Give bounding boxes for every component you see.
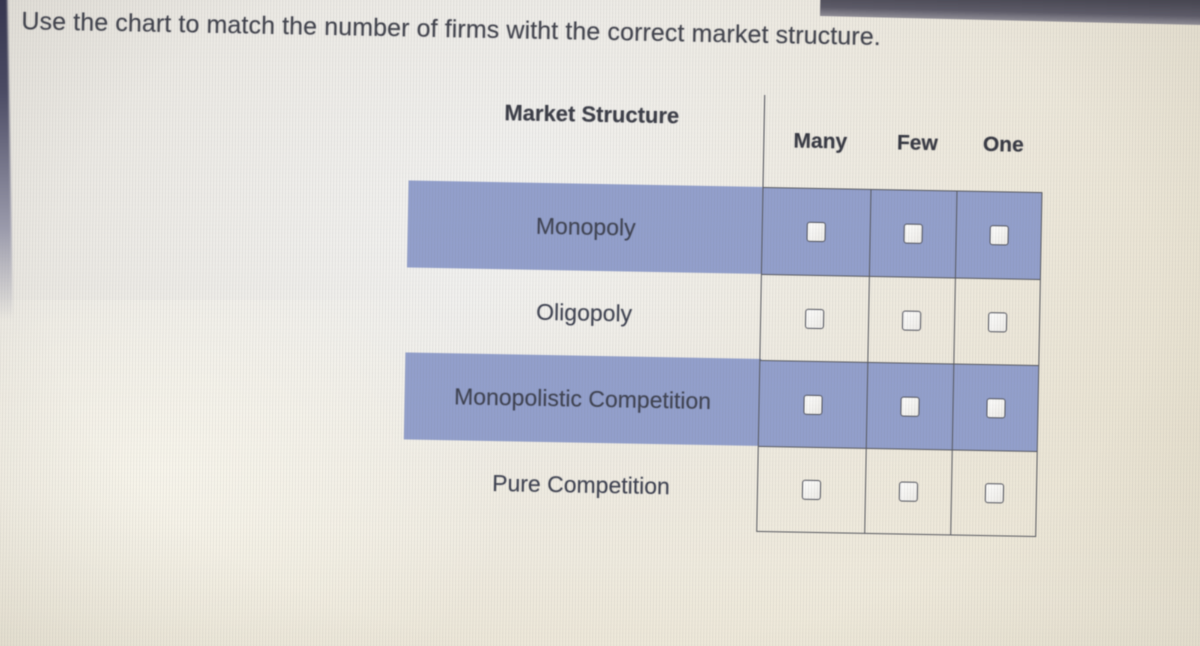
checkbox-pure-competition-many[interactable] — [801, 479, 822, 501]
row-label-monopoly: Monopoly — [535, 212, 636, 241]
checkbox-monopolistic-competition-few[interactable] — [900, 396, 920, 417]
checkbox-grid — [756, 186, 1043, 538]
column-header-one: One — [982, 132, 1024, 157]
checkbox-monopolistic-competition-many[interactable] — [803, 394, 823, 415]
row-label-pure-competition: Pure Competition — [491, 470, 671, 500]
checkbox-monopoly-few[interactable] — [903, 223, 923, 244]
column-header-few: Few — [896, 131, 938, 156]
photographed-screen: Use the chart to match the number of fir… — [0, 0, 1200, 646]
table-cell-pure-competition-one[interactable] — [951, 450, 1037, 536]
row-label-oligopoly: Oligopoly — [536, 298, 633, 327]
table-cell-pure-competition-many[interactable] — [757, 446, 867, 533]
checkbox-oligopoly-many[interactable] — [804, 308, 825, 329]
table-cell-pure-competition-few[interactable] — [865, 448, 953, 535]
column-header-market-structure: Market Structure — [504, 100, 680, 129]
row-label-monopolistic-competition: Monopolistic Competition — [453, 383, 712, 415]
table-cell-monopoly-few[interactable] — [869, 189, 958, 279]
table-cell-monopoly-many[interactable] — [761, 187, 872, 277]
checkbox-monopolistic-competition-one[interactable] — [985, 397, 1006, 418]
checkbox-oligopoly-one[interactable] — [987, 311, 1007, 332]
checkbox-monopoly-many[interactable] — [806, 221, 826, 243]
market-structure-table: Market Structure Many Few One Monopoly O… — [394, 92, 1047, 538]
checkbox-oligopoly-few[interactable] — [901, 310, 922, 331]
table-cell-monopolistic-competition-one[interactable] — [952, 364, 1039, 453]
checkbox-pure-competition-few[interactable] — [898, 481, 919, 502]
table-cell-monopolistic-competition-many[interactable] — [758, 360, 869, 449]
column-header-many: Many — [793, 129, 848, 154]
column-headers: Many Few One — [766, 129, 1046, 158]
table-cell-monopolistic-competition-few[interactable] — [866, 362, 955, 451]
table-cell-monopoly-one[interactable] — [955, 191, 1042, 281]
question-page: Use the chart to match the number of fir… — [0, 0, 1200, 646]
table-cell-oligopoly-few[interactable] — [868, 276, 956, 365]
checkbox-pure-competition-one[interactable] — [984, 483, 1004, 504]
table-cell-oligopoly-one[interactable] — [954, 278, 1040, 367]
checkbox-monopoly-one[interactable] — [988, 225, 1009, 246]
table-cell-oligopoly-many[interactable] — [760, 274, 870, 363]
